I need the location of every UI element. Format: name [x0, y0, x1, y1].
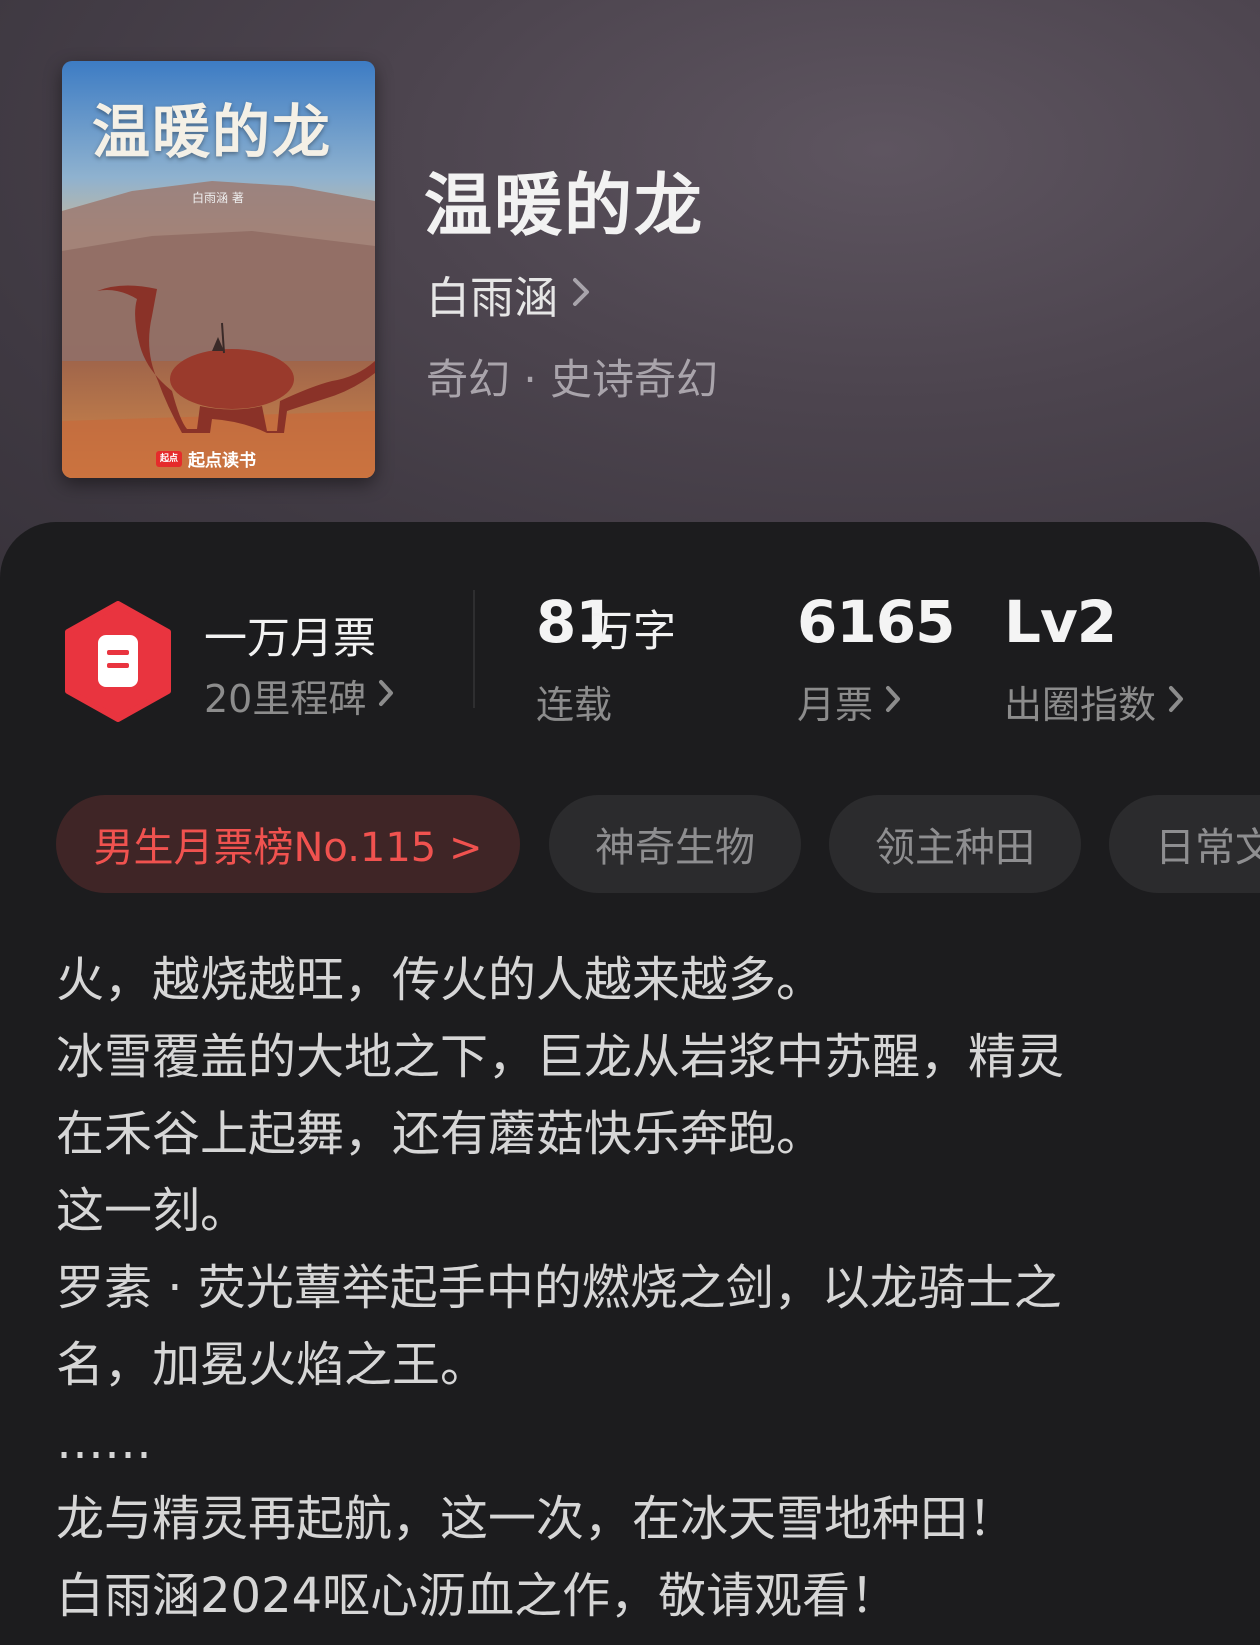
chevron-right-icon: [1168, 681, 1184, 722]
book-cover[interactable]: 温暖的龙 白雨涵 著 起点 起点读书: [62, 61, 375, 478]
monthly-tickets-link[interactable]: 月票: [797, 674, 901, 729]
description-line: 白雨涵2024呕心沥血之作，敬请观看！: [56, 1568, 899, 1624]
description-line: 冰雪覆盖的大地之下，巨龙从岩浆中苏醒，精灵: [56, 1029, 1065, 1085]
chevron-right-icon: [885, 681, 901, 722]
publisher-name: 起点读书: [188, 451, 256, 471]
tag-chip[interactable]: 神奇生物: [549, 795, 801, 893]
monthly-tickets-label: 月票: [797, 683, 874, 727]
rank-tag[interactable]: 男生月票榜No.115 >: [56, 795, 520, 893]
description-line: 龙与精灵再起航，这一次，在冰天雪地种田！: [56, 1491, 1017, 1547]
chevron-right-icon: [572, 272, 590, 316]
description-line: 在禾谷上起舞，还有蘑菇快乐奔跑。: [56, 1106, 825, 1162]
description-line: 火，越烧越旺，传火的人越来越多。: [56, 952, 825, 1008]
tag-row: 男生月票榜No.115 > 神奇生物 领主种田 日常文: [56, 795, 1260, 893]
author-link[interactable]: 白雨涵: [426, 262, 590, 326]
serial-status: 连载: [536, 683, 613, 727]
milestone-link[interactable]: 20里程碑: [204, 668, 394, 723]
publisher-logo: 起点: [156, 450, 182, 467]
stats-divider: [473, 590, 475, 708]
monthly-tickets-count: 6165: [797, 588, 955, 656]
milestone-sub: 20里程碑: [204, 677, 367, 721]
cover-publisher: 起点 起点读书: [156, 446, 256, 471]
description-line: ……: [56, 1414, 152, 1470]
description-line: 罗素 · 荧光蕈举起手中的燃烧之剑，以龙骑士之: [56, 1260, 1062, 1316]
influence-level: Lv2: [1004, 588, 1117, 656]
tag-chip[interactable]: 领主种田: [829, 795, 1081, 893]
chevron-right-icon: [378, 675, 394, 716]
influence-index-link[interactable]: 出圈指数: [1004, 674, 1184, 729]
description-line: 名，加冕火焰之王。: [56, 1337, 489, 1393]
influence-index-label: 出圈指数: [1004, 683, 1157, 727]
milestone-title: 一万月票: [204, 614, 376, 664]
ticket-badge-icon[interactable]: [62, 601, 174, 722]
description-line: 这一刻。: [56, 1183, 249, 1239]
tag-chip[interactable]: 日常文: [1109, 795, 1260, 893]
cover-title: 温暖的龙: [92, 98, 333, 166]
book-title: 温暖的龙: [424, 166, 705, 246]
author-name: 白雨涵: [426, 273, 558, 324]
cover-author: 白雨涵 著: [192, 191, 244, 205]
word-unit: 万字: [590, 607, 676, 657]
book-description: 火，越烧越旺，传火的人越来越多。 冰雪覆盖的大地之下，巨龙从岩浆中苏醒，精灵 在…: [56, 942, 1216, 1635]
book-genre[interactable]: 奇幻 · 史诗奇幻: [426, 346, 718, 407]
